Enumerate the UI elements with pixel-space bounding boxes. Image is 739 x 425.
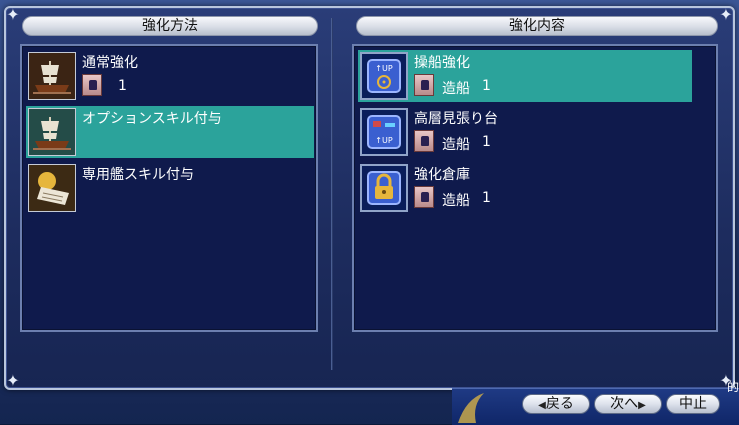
ship-thumbnail <box>28 52 76 100</box>
requirement-level: 1 <box>482 134 491 150</box>
cancel-button-label: 中止 <box>679 396 707 412</box>
next-button-label: 次へ <box>610 396 639 412</box>
storage-lock-icon <box>360 164 408 212</box>
item-count: 1 <box>118 78 127 94</box>
back-button-label: 戻る <box>545 396 574 412</box>
item-label: 通常強化 <box>82 55 138 71</box>
left-panel-header: 強化方法 <box>22 16 318 36</box>
requirement-label: 造船 <box>442 193 470 209</box>
partial-background-text: 的 <box>726 380 739 394</box>
item-label: 専用艦スキル付与 <box>82 167 194 183</box>
list-item-option-skill[interactable]: オプションスキル付与 <box>26 106 314 158</box>
arrow-right-icon: ▶ <box>638 400 646 411</box>
list-item-steering-enhance[interactable]: ↑UP 操船強化 造船 1 <box>358 50 692 102</box>
content-list: ↑UP 操船強化 造船 1 ↑UP 高層見張り台 造船 1 強化倉庫 造船 1 <box>352 44 718 332</box>
ship-thumbnail <box>28 108 76 156</box>
method-list: 通常強化 1 オプションスキル付与 専用艦スキル付与 <box>20 44 318 332</box>
right-panel-header: 強化内容 <box>356 16 718 36</box>
item-label: オプションスキル付与 <box>82 111 222 127</box>
item-label: 操船強化 <box>414 55 470 71</box>
scroll-thumbnail <box>28 164 76 212</box>
list-item-reinforced-storage[interactable]: 強化倉庫 造船 1 <box>358 162 692 214</box>
shipbuilding-skill-icon <box>414 186 434 208</box>
panel-divider <box>331 18 333 370</box>
back-button[interactable]: ◀戻る <box>522 394 590 414</box>
requirement-level: 1 <box>482 190 491 206</box>
corner-ornament-icon: ✦ <box>6 5 20 24</box>
ornament-icon <box>458 393 484 423</box>
svg-text:↑UP: ↑UP <box>375 136 393 145</box>
shipbuilding-skill-icon <box>414 74 434 96</box>
svg-text:↑UP: ↑UP <box>375 64 393 73</box>
requirement-label: 造船 <box>442 137 470 153</box>
next-button[interactable]: 次へ▶ <box>594 394 662 414</box>
lookout-up-icon: ↑UP <box>360 108 408 156</box>
list-item-lookout[interactable]: ↑UP 高層見張り台 造船 1 <box>358 106 692 158</box>
corner-ornament-icon: ✦ <box>6 371 20 390</box>
cancel-button[interactable]: 中止 <box>666 394 720 414</box>
item-label: 高層見張り台 <box>414 111 498 127</box>
requirement-level: 1 <box>482 78 491 94</box>
steering-up-icon: ↑UP <box>360 52 408 100</box>
corner-ornament-icon: ✦ <box>719 5 733 24</box>
shipbuilding-skill-icon <box>414 130 434 152</box>
item-label: 強化倉庫 <box>414 167 470 183</box>
game-background: ✦ ✦ ✦ ✦ 強化方法 通常強化 1 オプションスキル付与 専用艦スキル付与 … <box>0 0 739 425</box>
list-item-exclusive-ship-skill[interactable]: 専用艦スキル付与 <box>26 162 314 214</box>
shipbuilding-skill-icon <box>82 74 102 96</box>
arrow-left-icon: ◀ <box>538 400 546 411</box>
list-item-normal-enhance[interactable]: 通常強化 1 <box>26 50 314 102</box>
requirement-label: 造船 <box>442 81 470 97</box>
